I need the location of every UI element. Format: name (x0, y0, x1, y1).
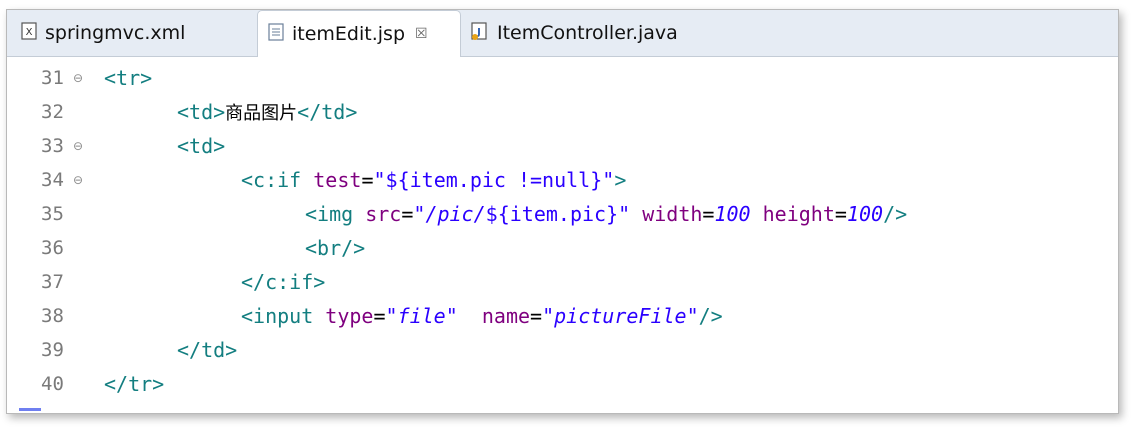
svg-text:X: X (26, 27, 33, 38)
code-editor[interactable]: 31 ⊖ <tr> 32 <td>商品图片</td> 33 ⊖ <td> 34 … (7, 57, 1118, 413)
code-token: <td> (177, 100, 226, 124)
editor-window: X springmvc.xml itemEdit.jsp ☒ J ItemCon… (6, 9, 1119, 414)
tab-label: springmvc.xml (45, 22, 186, 44)
code-token: <br/> (305, 236, 366, 260)
code-token: <td> (177, 134, 226, 158)
code-text: <br/> (305, 236, 365, 260)
code-token: height (762, 202, 835, 226)
code-token: test (313, 168, 362, 192)
tab-label: itemEdit.jsp (292, 23, 405, 45)
code-token: type (325, 304, 374, 328)
code-token: "file" (385, 304, 458, 328)
code-text: <td>商品图片</td> (177, 99, 357, 125)
code-text: </td> (177, 338, 237, 362)
code-token: </td> (177, 338, 238, 362)
code-token: <input (241, 304, 314, 328)
code-token: " (618, 202, 631, 226)
tab-label: ItemController.java (497, 22, 678, 44)
code-token: = (361, 168, 374, 192)
fold-collapse-icon[interactable]: ⊖ (73, 139, 83, 153)
code-text: <td> (177, 134, 225, 158)
tab-springmvc-xml[interactable]: X springmvc.xml (21, 10, 185, 56)
code-token: 100 (714, 202, 751, 226)
code-token: > (614, 168, 627, 192)
jsp-file-icon (268, 22, 284, 46)
fold-collapse-icon[interactable]: ⊖ (73, 173, 83, 187)
code-token: </td> (297, 100, 358, 124)
code-token: <c:if (241, 168, 302, 192)
overview-ruler-marker (19, 408, 41, 411)
code-token: ${item.pic} (485, 202, 619, 226)
line-number: 39 (41, 339, 64, 361)
code-token: " (413, 202, 426, 226)
code-token: <img (305, 202, 354, 226)
tab-itemcontroller-java[interactable]: J ItemController.java (471, 10, 678, 56)
code-token: = (834, 202, 847, 226)
code-text: <img src="/pic/${item.pic}" width=100 he… (305, 202, 907, 226)
code-token: /> (698, 304, 723, 328)
code-token: "pictureFile" (542, 304, 699, 328)
code-token: /> (883, 202, 908, 226)
code-token: 100 (846, 202, 884, 226)
code-token: = (702, 202, 715, 226)
code-text: <c:if test="${item.pic !=null}"> (241, 168, 626, 192)
close-icon[interactable]: ☒ (415, 26, 428, 42)
code-token: = (401, 202, 414, 226)
line-number: 38 (41, 305, 64, 327)
code-token: src (365, 202, 402, 226)
line-number: 32 (41, 101, 64, 123)
line-number: 40 (41, 373, 64, 395)
code-text: </c:if> (241, 270, 325, 294)
code-token: <tr> (104, 66, 153, 90)
code-token: = (373, 304, 386, 328)
editor-tab-bar: X springmvc.xml itemEdit.jsp ☒ J ItemCon… (7, 10, 1118, 57)
fold-collapse-icon[interactable]: ⊖ (73, 71, 83, 85)
code-token: /pic/ (425, 202, 486, 226)
code-token: </tr> (104, 372, 165, 396)
tab-itemedit-jsp[interactable]: itemEdit.jsp ☒ (257, 10, 461, 57)
code-token: name (481, 304, 531, 328)
code-text: <tr> (104, 66, 152, 90)
code-token: = (530, 304, 543, 328)
line-number: 36 (41, 237, 64, 259)
xml-file-icon: X (21, 21, 37, 45)
code-text: </tr> (104, 372, 164, 396)
code-text: <input type="file" name="pictureFile"/> (241, 304, 723, 328)
line-number: 35 (41, 203, 64, 225)
java-file-icon: J (471, 21, 489, 45)
editor-ruler (7, 57, 17, 413)
code-token: width (642, 202, 703, 226)
code-token: </c:if> (241, 270, 326, 294)
code-token: "${item.pic !=null}" (373, 168, 615, 192)
code-token: 商品图片 (225, 103, 298, 124)
line-number: 37 (41, 271, 64, 293)
